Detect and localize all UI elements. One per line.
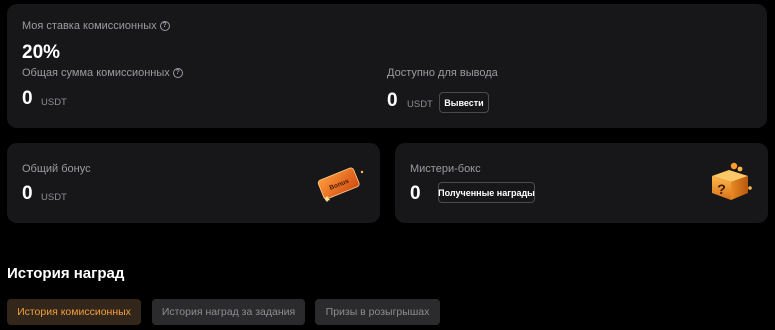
commission-rate-value: 20% [22, 42, 61, 63]
rewards-history-title: История наград [7, 265, 125, 282]
bonus-label: Общий бонус [22, 163, 91, 175]
svg-text:?: ? [717, 181, 726, 197]
mystery-box-value: 0 [410, 183, 421, 204]
available-withdraw-label-text: Доступно для вывода [387, 67, 498, 79]
commission-rate-label: Моя ставка комиссионных ? [22, 20, 170, 32]
available-withdraw-label: Доступно для вывода [387, 67, 498, 79]
total-commission-label-text: Общая сумма комиссионных [22, 67, 170, 79]
available-withdraw-unit: USDT [407, 99, 433, 110]
bonus-ticket-icon: Bonus [317, 167, 364, 202]
bonus-value: 0 [22, 183, 33, 204]
received-rewards-button[interactable]: Полученные награды [438, 182, 535, 203]
total-commission-unit: USDT [41, 97, 67, 108]
help-icon[interactable]: ? [159, 21, 170, 31]
commission-rate-label-text: Моя ставка комиссионных [22, 20, 157, 32]
tab-commission-history[interactable]: История комиссионных [7, 299, 141, 325]
tab-task-rewards-history[interactable]: История наград за задания [152, 299, 305, 325]
mystery-box-label: Мистери-бокс [410, 163, 481, 175]
help-icon[interactable]: ? [172, 68, 183, 78]
total-commission-label: Общая сумма комиссионных ? [22, 67, 183, 79]
bonus-unit: USDT [41, 192, 67, 203]
available-withdraw-value: 0 [387, 90, 398, 111]
total-commission-value: 0 [22, 88, 33, 109]
tab-giveaway-prizes[interactable]: Призы в розыгрышах [315, 299, 440, 325]
withdraw-button[interactable]: Вывести [439, 92, 489, 113]
mystery-box-icon: ? [712, 162, 752, 200]
